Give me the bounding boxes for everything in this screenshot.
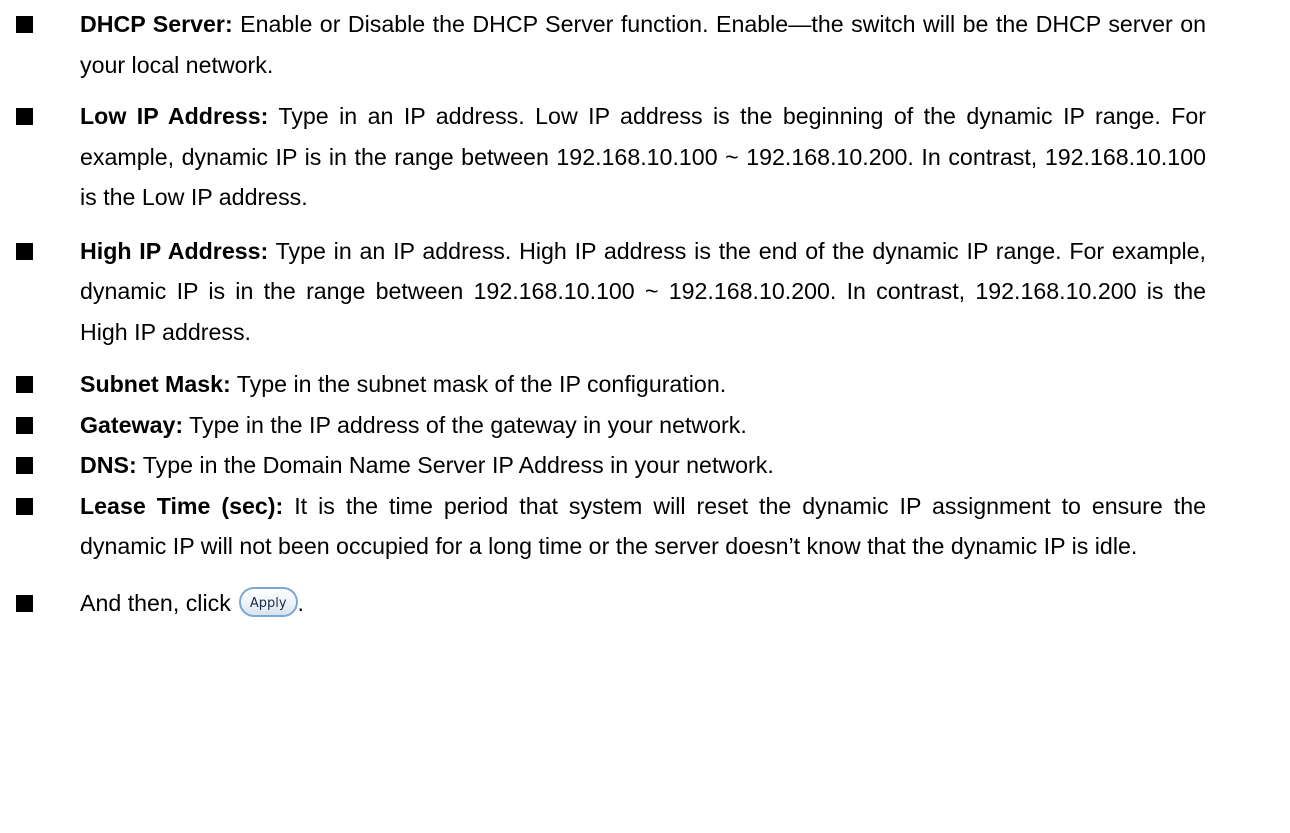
list-item-low-ip-address: Low IP Address: Type in an IP address. L… <box>0 96 1206 218</box>
square-bullet-icon <box>16 108 33 125</box>
list-item-dns: DNS: Type in the Domain Name Server IP A… <box>0 445 1206 486</box>
term-description: Type in the subnet mask of the IP config… <box>230 371 727 397</box>
term-description: Type in the Domain Name Server IP Addres… <box>136 452 774 478</box>
term-label: DHCP Server: <box>80 11 233 37</box>
final-step-text: And then, click <box>80 589 231 616</box>
term-description: Type in the IP address of the gateway in… <box>183 411 747 438</box>
list-item-dhcp-server: DHCP Server: Enable or Disable the DHCP … <box>0 4 1206 85</box>
list-item-gateway: Gateway: Type in the IP address of the g… <box>0 405 1206 446</box>
square-bullet-icon <box>16 242 33 260</box>
document-page: DHCP Server: Enable or Disable the DHCP … <box>0 0 1290 618</box>
term-label: Lease Time (sec): <box>80 492 284 519</box>
term-label: Gateway: <box>80 411 184 438</box>
term-description: Enable or Disable the DHCP Server functi… <box>80 11 1206 78</box>
term-label: Low IP Address: <box>80 103 269 129</box>
list-item-final-step: And then, click Apply. <box>0 583 1206 624</box>
final-step-period: . <box>297 589 304 616</box>
square-bullet-icon <box>16 457 33 474</box>
square-bullet-icon <box>16 16 33 33</box>
term-label: High IP Address: <box>80 237 269 264</box>
square-bullet-icon <box>16 594 33 612</box>
square-bullet-icon <box>16 497 33 515</box>
square-bullet-icon <box>16 416 33 434</box>
list-item-subnet-mask: Subnet Mask: Type in the subnet mask of … <box>0 364 1206 405</box>
list-item-lease-time: Lease Time (sec): It is the time period … <box>0 486 1206 567</box>
term-label: DNS: <box>80 452 137 478</box>
list-item-high-ip-address: High IP Address: Type in an IP address. … <box>0 231 1206 353</box>
apply-button[interactable]: Apply <box>238 587 298 618</box>
term-label: Subnet Mask: <box>80 371 231 397</box>
square-bullet-icon <box>16 376 33 393</box>
